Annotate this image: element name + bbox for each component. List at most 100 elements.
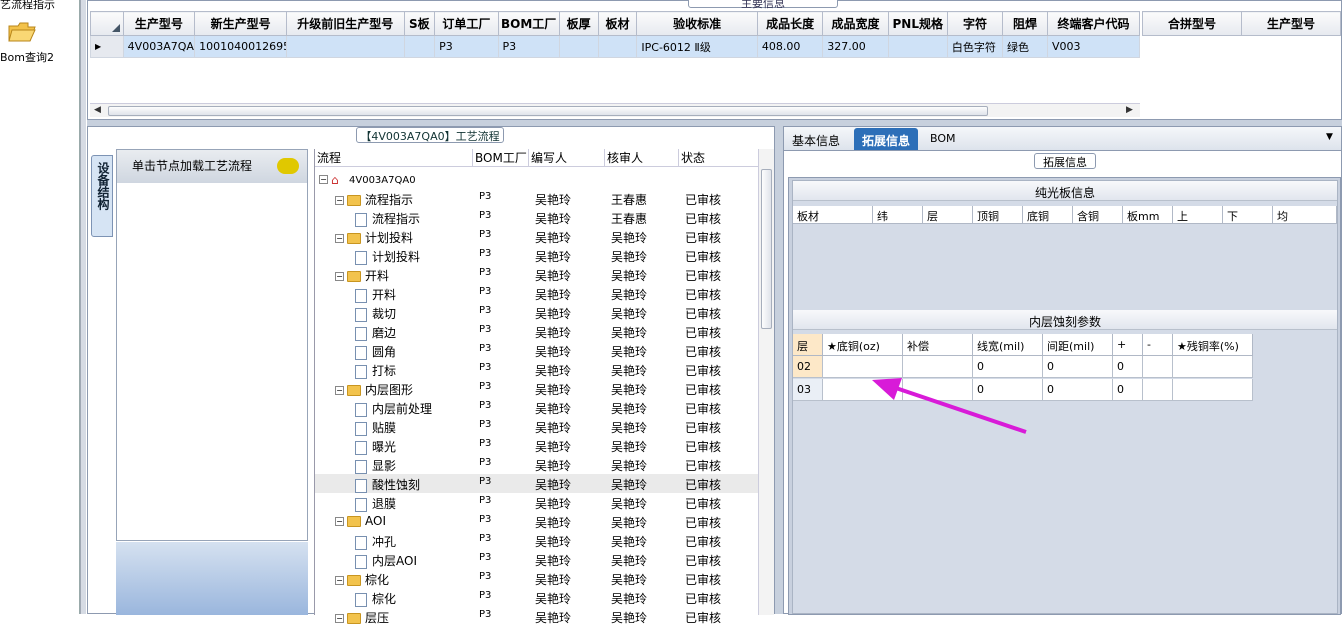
tree-row[interactable]: 磨边 P3 吴艳玲 吴艳玲 已审核 bbox=[315, 322, 759, 341]
col-header[interactable]: 订单工厂 bbox=[434, 11, 499, 36]
tree-row[interactable]: − ⌂ 4V003A7QA0 bbox=[315, 170, 759, 189]
table-cell[interactable] bbox=[597, 35, 638, 58]
table-cell[interactable]: IPC-6012 Ⅱ级 bbox=[636, 35, 758, 58]
plain-board-col[interactable]: 纬 bbox=[873, 206, 923, 224]
plain-board-col[interactable]: 顶铜 bbox=[973, 206, 1023, 224]
collapse-icon[interactable]: − bbox=[335, 517, 344, 526]
table-cell[interactable]: 白色字符 bbox=[946, 35, 1004, 58]
table-cell[interactable]: P3 bbox=[434, 35, 499, 58]
collapse-icon[interactable]: − bbox=[335, 386, 344, 395]
inner-etch-cell[interactable] bbox=[1173, 356, 1253, 378]
inner-etch-cell[interactable]: 03 bbox=[793, 379, 823, 401]
inner-etch-cell[interactable]: 02 bbox=[793, 356, 823, 378]
nav-item-process[interactable]: 艺流程指示 bbox=[0, 0, 55, 12]
plain-board-col[interactable]: 下 bbox=[1223, 206, 1273, 224]
tree-row[interactable]: 酸性蚀刻 P3 吴艳玲 吴艳玲 已审核 bbox=[315, 474, 759, 493]
tree-col-header[interactable]: BOM工厂 bbox=[473, 149, 529, 167]
col-header[interactable]: 板材 bbox=[597, 11, 638, 36]
inner-etch-col[interactable]: ★底铜(oz) bbox=[823, 334, 903, 356]
inner-etch-cell[interactable]: 0 bbox=[1113, 356, 1143, 378]
table-cell[interactable]: V003 bbox=[1046, 35, 1141, 58]
collapse-icon[interactable]: − bbox=[335, 234, 344, 243]
collapse-icon[interactable]: − bbox=[335, 614, 344, 623]
col-header[interactable]: 新生产型号 bbox=[194, 11, 288, 36]
tree-row[interactable]: 圆角 P3 吴艳玲 吴艳玲 已审核 bbox=[315, 341, 759, 360]
tree-row[interactable]: − 流程指示 P3 吴艳玲 王春惠 已审核 bbox=[315, 189, 759, 208]
tree-row[interactable]: 棕化 P3 吴艳玲 吴艳玲 已审核 bbox=[315, 588, 759, 607]
inner-etch-cell[interactable] bbox=[1173, 379, 1253, 401]
collapse-icon[interactable]: − bbox=[335, 196, 344, 205]
collapse-icon[interactable]: − bbox=[335, 272, 344, 281]
tree-vscrollbar[interactable] bbox=[758, 149, 774, 615]
table-cell[interactable] bbox=[286, 35, 405, 58]
col-header[interactable]: 字符 bbox=[946, 11, 1004, 36]
table-row[interactable]: ▶4V003A7QA010010400126957 P3P3 IPC-6012 Ⅱ级… bbox=[90, 35, 1141, 58]
tree-row[interactable]: 显影 P3 吴艳玲 吴艳玲 已审核 bbox=[315, 455, 759, 474]
left-splitter[interactable] bbox=[80, 0, 86, 614]
tree-vscroll-thumb[interactable] bbox=[761, 169, 772, 329]
tree-row[interactable]: 开料 P3 吴艳玲 吴艳玲 已审核 bbox=[315, 284, 759, 303]
scroll-right-icon[interactable]: ▶ bbox=[1126, 105, 1133, 115]
tree-col-header[interactable]: 状态 bbox=[679, 149, 759, 167]
col-header[interactable]: 板厚 bbox=[558, 11, 599, 36]
tree-row[interactable]: 冲孔 P3 吴艳玲 吴艳玲 已审核 bbox=[315, 531, 759, 550]
tree-row[interactable]: − AOI P3 吴艳玲 吴艳玲 已审核 bbox=[315, 512, 759, 531]
collapse-icon[interactable]: − bbox=[319, 175, 328, 184]
table-cell[interactable]: 327.00 bbox=[822, 35, 889, 58]
inner-etch-col[interactable]: 层 bbox=[793, 334, 823, 356]
plain-board-col[interactable]: 板mm bbox=[1123, 206, 1173, 224]
right-splitter[interactable] bbox=[775, 126, 783, 614]
inner-etch-cell[interactable] bbox=[1143, 356, 1173, 378]
table-cell[interactable]: 绿色 bbox=[1002, 35, 1048, 58]
col-header[interactable]: 成品宽度 bbox=[822, 11, 889, 36]
tree-row[interactable]: 贴膜 P3 吴艳玲 吴艳玲 已审核 bbox=[315, 417, 759, 436]
plain-board-col[interactable]: 上 bbox=[1173, 206, 1223, 224]
collapse-icon[interactable]: − bbox=[335, 576, 344, 585]
col-header[interactable]: 成品长度 bbox=[756, 11, 824, 36]
inner-etch-col[interactable]: ★残铜率(%) bbox=[1173, 334, 1253, 356]
table-cell[interactable]: 10010400126957 bbox=[194, 35, 288, 58]
tree-row[interactable]: − 开料 P3 吴艳玲 吴艳玲 已审核 bbox=[315, 265, 759, 284]
col-header[interactable]: 升级前旧生产型号 bbox=[286, 11, 405, 36]
table-cell[interactable] bbox=[887, 35, 948, 58]
scroll-left-icon[interactable]: ◀ bbox=[94, 105, 101, 115]
inner-etch-col[interactable]: - bbox=[1143, 334, 1173, 356]
tree-col-header[interactable]: 流程 bbox=[315, 149, 473, 167]
plain-board-col[interactable]: 含铜 bbox=[1073, 206, 1123, 224]
inner-etch-cell[interactable]: 0 bbox=[1043, 356, 1113, 378]
inner-etch-cell[interactable]: 0 bbox=[1113, 379, 1143, 401]
inner-etch-col[interactable]: 间距(mil) bbox=[1043, 334, 1113, 356]
col-header[interactable]: 验收标准 bbox=[636, 11, 758, 36]
hscroll-thumb[interactable] bbox=[108, 106, 988, 116]
plain-board-col[interactable]: 层 bbox=[923, 206, 973, 224]
tree-row[interactable]: − 内层图形 P3 吴艳玲 吴艳玲 已审核 bbox=[315, 379, 759, 398]
inner-etch-col[interactable]: 线宽(mil) bbox=[973, 334, 1043, 356]
inner-etch-cell[interactable] bbox=[1143, 379, 1173, 401]
col-merge-prod-model[interactable]: 生产型号 bbox=[1241, 11, 1341, 36]
table-cell[interactable]: 4V003A7QA0 bbox=[122, 35, 196, 58]
col-header[interactable]: 阻焊 bbox=[1002, 11, 1048, 36]
inner-etch-col[interactable]: 补偿 bbox=[903, 334, 973, 356]
tree-row[interactable]: 退膜 P3 吴艳玲 吴艳玲 已审核 bbox=[315, 493, 759, 512]
tree-row[interactable]: − 棕化 P3 吴艳玲 吴艳玲 已审核 bbox=[315, 569, 759, 588]
row-selector-icon[interactable]: ▶ bbox=[90, 35, 124, 58]
col-header[interactable]: S板 bbox=[403, 11, 436, 36]
tree-row[interactable]: 计划投料 P3 吴艳玲 吴艳玲 已审核 bbox=[315, 246, 759, 265]
plain-board-col[interactable]: 底铜 bbox=[1023, 206, 1073, 224]
tree-row[interactable]: − 层压 P3 吴艳玲 吴艳玲 已审核 bbox=[315, 607, 759, 626]
plain-board-col[interactable]: 板材 bbox=[793, 206, 873, 224]
table-cell[interactable]: 408.00 bbox=[756, 35, 824, 58]
tree-row[interactable]: 曝光 P3 吴艳玲 吴艳玲 已审核 bbox=[315, 436, 759, 455]
tab-extended-info[interactable]: 拓展信息 bbox=[854, 128, 919, 150]
tab-equipment-structure[interactable]: 设备结构 bbox=[91, 155, 113, 237]
tree-col-header[interactable]: 核审人 bbox=[605, 149, 679, 167]
inner-etch-col[interactable]: + bbox=[1113, 334, 1143, 356]
tree-row[interactable]: 打标 P3 吴艳玲 吴艳玲 已审核 bbox=[315, 360, 759, 379]
table-cell[interactable] bbox=[558, 35, 599, 58]
col-header[interactable]: BOM工厂 bbox=[497, 11, 560, 36]
folder-open-icon[interactable] bbox=[8, 20, 36, 42]
tree-row[interactable]: 流程指示 P3 吴艳玲 王春惠 已审核 bbox=[315, 208, 759, 227]
col-merge-model[interactable]: 合拼型号 bbox=[1142, 11, 1242, 36]
nav-item-bom-query[interactable]: Bom查询2 bbox=[0, 49, 54, 65]
plain-board-col[interactable]: 均 bbox=[1273, 206, 1337, 224]
